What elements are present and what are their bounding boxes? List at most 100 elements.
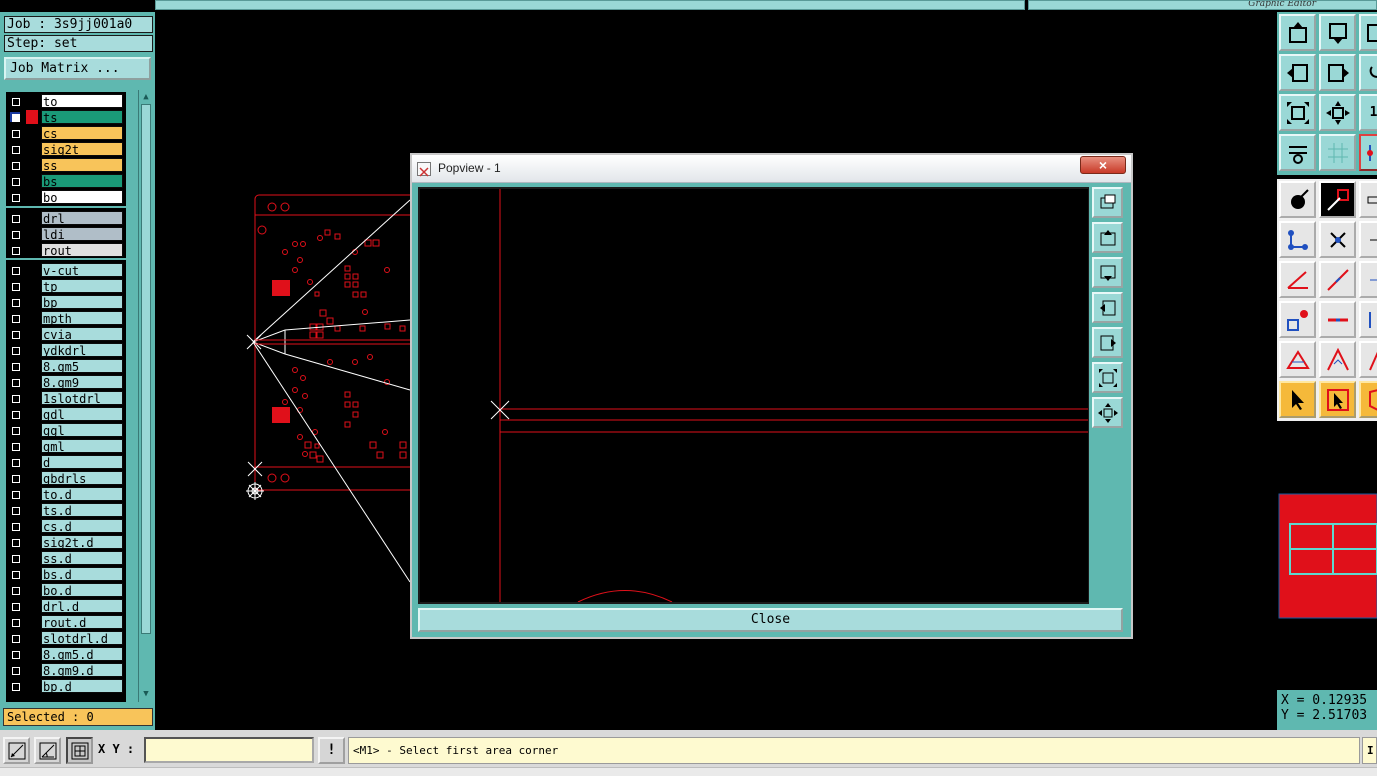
- layer-name[interactable]: sig2t.d: [41, 535, 123, 550]
- select-box-tool[interactable]: [1319, 381, 1356, 418]
- zoom-in-button[interactable]: [1092, 397, 1123, 428]
- layer-row[interactable]: slotdrl.d: [4, 630, 137, 646]
- layer-row[interactable]: rout: [4, 242, 137, 258]
- layer-name[interactable]: drl: [41, 211, 123, 226]
- layer-checkbox[interactable]: [9, 376, 21, 388]
- layer-name[interactable]: ldi: [41, 227, 123, 242]
- status-right-button[interactable]: I: [1362, 737, 1377, 764]
- layer-checkbox[interactable]: [9, 280, 21, 292]
- line-tool[interactable]: [1319, 301, 1356, 338]
- layer-row[interactable]: drl: [4, 210, 137, 226]
- layer-name[interactable]: cs.d: [41, 519, 123, 534]
- layer-row[interactable]: 8.gm5: [4, 358, 137, 374]
- layer-name[interactable]: bs.d: [41, 567, 123, 582]
- pad-tool[interactable]: [1279, 301, 1316, 338]
- layer-row[interactable]: 1slotdrl: [4, 390, 137, 406]
- pan-left-button[interactable]: [1092, 292, 1123, 323]
- layer-row[interactable]: 8.gm9: [4, 374, 137, 390]
- layer-checkbox[interactable]: [9, 552, 21, 564]
- layer-checkbox[interactable]: [9, 143, 21, 155]
- snap-off-button[interactable]: [3, 737, 30, 764]
- settings-tool[interactable]: [1279, 134, 1316, 171]
- layer-row[interactable]: cs.d: [4, 518, 137, 534]
- pan-up-tool[interactable]: [1279, 14, 1316, 51]
- layer-name[interactable]: ggl: [41, 423, 123, 438]
- layer-row[interactable]: to.d: [4, 486, 137, 502]
- layer-checkbox[interactable]: [9, 212, 21, 224]
- layer-row[interactable]: gbdrls: [4, 470, 137, 486]
- layer-name[interactable]: ts: [41, 110, 123, 125]
- job-matrix-button[interactable]: Job Matrix ...: [4, 57, 151, 80]
- layer-row[interactable]: sig2t.d: [4, 534, 137, 550]
- zoom-window-button[interactable]: [1092, 187, 1123, 218]
- layer-checkbox[interactable]: [9, 111, 21, 123]
- snap-grid-button[interactable]: [66, 737, 93, 764]
- layer-row[interactable]: cvia: [4, 326, 137, 342]
- layer-name[interactable]: ts.d: [41, 503, 123, 518]
- pan-down-button[interactable]: [1092, 257, 1123, 288]
- layer-row[interactable]: ss.d: [4, 550, 137, 566]
- layer-row[interactable]: bo.d: [4, 582, 137, 598]
- layer-checkbox[interactable]: [9, 175, 21, 187]
- slope-tool[interactable]: [1319, 261, 1356, 298]
- layer-checkbox[interactable]: [9, 312, 21, 324]
- layer-row[interactable]: rout.d: [4, 614, 137, 630]
- layer-checkbox[interactable]: [9, 504, 21, 516]
- close-button[interactable]: Close: [418, 608, 1123, 632]
- layer-name[interactable]: v-cut: [41, 263, 123, 278]
- layer-name[interactable]: 8.gm5: [41, 359, 123, 374]
- layer-row[interactable]: bp: [4, 294, 137, 310]
- layer-name[interactable]: ydkdrl: [41, 343, 123, 358]
- layer-name[interactable]: 1slotdrl: [41, 391, 123, 406]
- layer-name[interactable]: gml: [41, 439, 123, 454]
- extra-tool-2[interactable]: [1359, 261, 1377, 298]
- layer-row[interactable]: mpth: [4, 310, 137, 326]
- layer-name[interactable]: 8.gm9: [41, 375, 123, 390]
- layer-row[interactable]: bs: [4, 173, 137, 189]
- undo-view-tool[interactable]: [1359, 14, 1377, 51]
- layer-checkbox[interactable]: [9, 424, 21, 436]
- scroll-thumb[interactable]: [141, 104, 151, 634]
- layer-row[interactable]: v-cut: [4, 262, 137, 278]
- layer-row[interactable]: ldi: [4, 226, 137, 242]
- layer-name[interactable]: rout: [41, 243, 123, 258]
- angle-tool[interactable]: [1279, 261, 1316, 298]
- layer-row[interactable]: cs: [4, 125, 137, 141]
- layer-name[interactable]: ss: [41, 158, 123, 173]
- layer-checkbox[interactable]: [9, 456, 21, 468]
- layer-name[interactable]: drl.d: [41, 599, 123, 614]
- cross-tool[interactable]: [1319, 221, 1356, 258]
- grid-tool[interactable]: [1319, 134, 1356, 171]
- layer-checkbox[interactable]: [9, 664, 21, 676]
- layer-name[interactable]: mpth: [41, 311, 123, 326]
- layer-checkbox[interactable]: [9, 648, 21, 660]
- snap-angle-button[interactable]: [34, 737, 61, 764]
- layer-name[interactable]: gbdrls: [41, 471, 123, 486]
- layer-row[interactable]: 8.gm9.d: [4, 662, 137, 678]
- layer-row[interactable]: bs.d: [4, 566, 137, 582]
- layer-name[interactable]: 8.gm9.d: [41, 663, 123, 678]
- layer-list-scrollbar[interactable]: ▲ ▼: [138, 90, 153, 702]
- layer-name[interactable]: to: [41, 94, 123, 109]
- layer-name[interactable]: to.d: [41, 487, 123, 502]
- minimap[interactable]: [1277, 424, 1377, 686]
- arc-tool[interactable]: [1319, 341, 1356, 378]
- popview-titlebar[interactable]: Popview - 1 ×: [412, 155, 1131, 183]
- layer-row[interactable]: d: [4, 454, 137, 470]
- layer-name[interactable]: 8.gm5.d: [41, 647, 123, 662]
- layer-name[interactable]: gdl: [41, 407, 123, 422]
- layer-row[interactable]: sig2t: [4, 141, 137, 157]
- layer-row[interactable]: gdl: [4, 406, 137, 422]
- layer-name[interactable]: sig2t: [41, 142, 123, 157]
- layer-checkbox[interactable]: [9, 159, 21, 171]
- layer-checkbox[interactable]: [9, 392, 21, 404]
- layer-row[interactable]: ss: [4, 157, 137, 173]
- layer-name[interactable]: tp: [41, 279, 123, 294]
- layer-row[interactable]: bo: [4, 189, 137, 205]
- layer-name[interactable]: rout.d: [41, 615, 123, 630]
- extra-tool-3[interactable]: [1359, 301, 1377, 338]
- layer-checkbox[interactable]: [9, 191, 21, 203]
- xy-input[interactable]: [144, 737, 314, 763]
- layer-checkbox[interactable]: [9, 344, 21, 356]
- connect-tool[interactable]: [1279, 221, 1316, 258]
